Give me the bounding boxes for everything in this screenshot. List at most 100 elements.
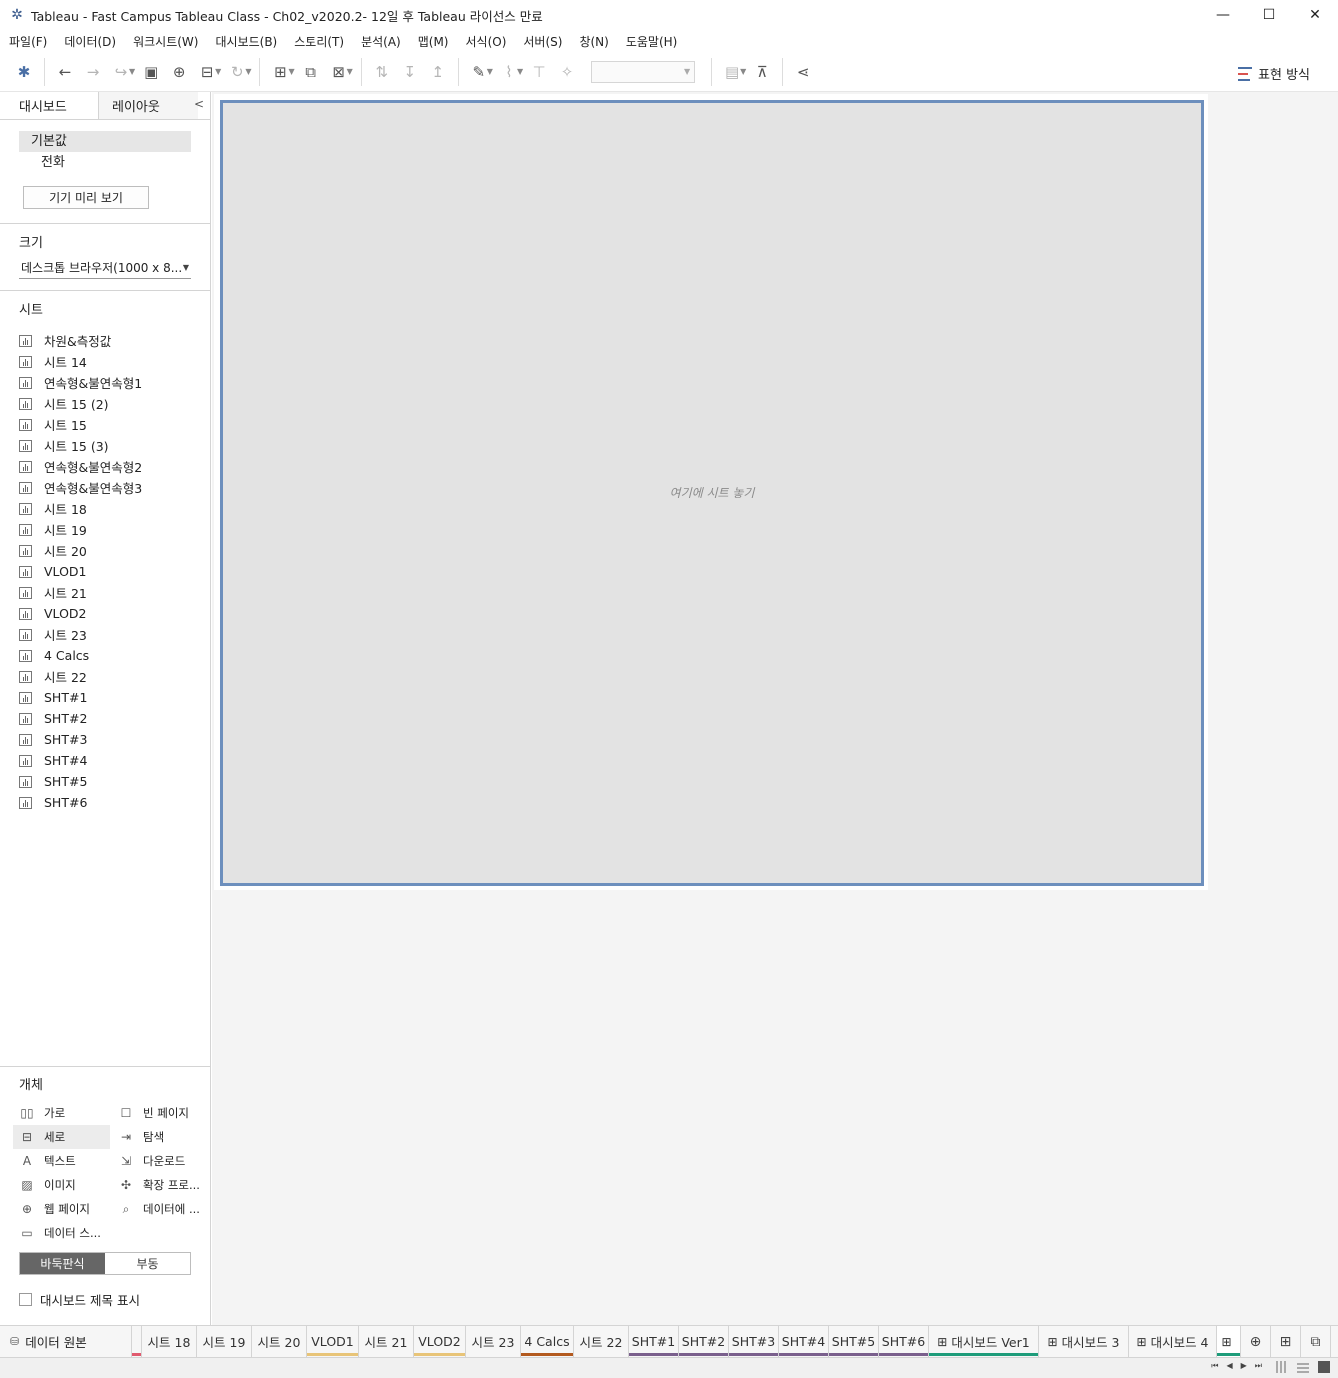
sheet-item[interactable]: SHT#1 <box>19 687 210 708</box>
save-icon[interactable]: ▣ <box>137 58 165 86</box>
minimize-button[interactable]: — <box>1200 0 1246 30</box>
tab-layout[interactable]: 레이아웃 <box>99 92 198 119</box>
device-preview-button[interactable]: 기기 미리 보기 <box>23 186 149 209</box>
dashboard-tab[interactable]: ⊞ 대시보드 4 <box>1129 1326 1217 1357</box>
chevron-down-icon[interactable]: ▼ <box>517 67 523 76</box>
chevron-down-icon[interactable]: ▼ <box>347 67 353 76</box>
sheet-item[interactable]: 시트 19 <box>19 519 210 540</box>
menu-worksheet[interactable]: 워크시트(W) <box>133 33 198 50</box>
sheet-tab[interactable]: SHT#5 <box>829 1326 879 1357</box>
menu-dashboard[interactable]: 대시보드(B) <box>215 33 277 50</box>
menu-server[interactable]: 서버(S) <box>523 33 562 50</box>
presentation-mode-icon[interactable]: ⊼ <box>748 58 776 86</box>
tiled-button[interactable]: 바둑판식 <box>20 1253 105 1274</box>
fit-dropdown[interactable]: ▼ <box>591 60 696 83</box>
device-phone[interactable]: 전화 <box>19 152 191 173</box>
sheet-item[interactable]: 시트 18 <box>19 498 210 519</box>
new-story-icon[interactable]: ⧉ <box>1301 1326 1331 1357</box>
object-ask-data[interactable]: ⌕ 데이터에 ... <box>112 1197 209 1221</box>
sheet-tab[interactable]: SHT#2 <box>679 1326 729 1357</box>
sheet-item[interactable]: 시트 21 <box>19 582 210 603</box>
redo-icon[interactable]: → <box>79 58 107 86</box>
new-dashboard-icon[interactable]: ⊞ <box>1271 1326 1301 1357</box>
new-worksheet-icon[interactable]: ⊕ <box>1241 1326 1271 1357</box>
sheet-item[interactable]: 연속형&불연속형3 <box>19 477 210 498</box>
active-dashboard-tab[interactable]: ⊞ <box>1217 1326 1241 1357</box>
sheet-item[interactable]: 4 Calcs <box>19 645 210 666</box>
sheet-item[interactable]: 시트 15 <box>19 414 210 435</box>
duplicate-icon[interactable]: ⧉ <box>297 58 325 86</box>
sheet-item[interactable]: VLOD2 <box>19 603 210 624</box>
sheet-tab-partial[interactable] <box>132 1326 142 1357</box>
menu-format[interactable]: 서식(O) <box>466 33 507 50</box>
data-source-tab[interactable]: ⛁ 데이터 원본 <box>0 1326 132 1357</box>
size-dropdown[interactable]: 데스크톱 브라우저(1000 x 8... ▼ <box>19 257 191 279</box>
chevron-down-icon[interactable]: ▼ <box>129 67 135 76</box>
sheet-item[interactable]: 연속형&불연속형2 <box>19 456 210 477</box>
sheet-tab[interactable]: VLOD1 <box>307 1326 359 1357</box>
sheet-tab[interactable]: SHT#1 <box>629 1326 679 1357</box>
menu-help[interactable]: 도움말(H) <box>626 33 678 50</box>
object-extension[interactable]: ✣ 확장 프로... <box>112 1173 209 1197</box>
tabs-view-icon[interactable] <box>1318 1361 1330 1373</box>
swap-icon[interactable]: ⇅ <box>368 58 396 86</box>
first-tab-icon[interactable]: ⏮ <box>1211 1361 1218 1371</box>
sheet-tab[interactable]: 시트 22 <box>574 1326 629 1357</box>
fix-axes-icon[interactable]: ✧ <box>553 58 581 86</box>
chevron-down-icon[interactable]: ▼ <box>215 67 221 76</box>
sheet-item[interactable]: 시트 14 <box>19 351 210 372</box>
drop-zone[interactable]: 여기에 시트 놓기 <box>220 100 1204 886</box>
sheet-tab[interactable]: VLOD2 <box>414 1326 466 1357</box>
last-tab-icon[interactable]: ⏭ <box>1255 1361 1262 1371</box>
sheet-item[interactable]: VLOD1 <box>19 561 210 582</box>
sheet-tab[interactable]: 시트 18 <box>142 1326 197 1357</box>
sort-descending-icon[interactable]: ↥ <box>424 58 452 86</box>
menu-window[interactable]: 창(N) <box>579 33 608 50</box>
new-data-source-icon[interactable]: ⊕ <box>165 58 193 86</box>
menu-file[interactable]: 파일(F) <box>9 33 47 50</box>
sheet-item[interactable]: 연속형&불연속형1 <box>19 372 210 393</box>
collapse-pane-icon[interactable]: < <box>194 97 204 111</box>
sheet-item[interactable]: 시트 15 (2) <box>19 393 210 414</box>
menu-data[interactable]: 데이터(D) <box>64 33 116 50</box>
sheet-tab[interactable]: SHT#6 <box>879 1326 929 1357</box>
object-data-story[interactable]: ▭ 데이터 스... <box>13 1221 110 1245</box>
menu-story[interactable]: 스토리(T) <box>294 33 344 50</box>
dashboard-tab[interactable]: ⊞ 대시보드 3 <box>1039 1326 1129 1357</box>
tab-dashboard[interactable]: 대시보드 <box>0 92 99 119</box>
object-navigation[interactable]: ⇥ 탐색 <box>112 1125 209 1149</box>
sheet-tab[interactable]: 시트 19 <box>197 1326 252 1357</box>
sheet-sorter-icon[interactable] <box>1276 1361 1288 1373</box>
share-icon[interactable]: ⋖ <box>789 58 817 86</box>
chevron-down-icon[interactable]: ▼ <box>245 67 251 76</box>
object-web-page[interactable]: ⊕ 웹 페이지 <box>13 1197 110 1221</box>
labels-icon[interactable]: ⊤ <box>525 58 553 86</box>
filmstrip-icon[interactable] <box>1297 1361 1309 1373</box>
prev-tab-icon[interactable]: ◀ <box>1226 1361 1232 1371</box>
sheet-tab[interactable]: SHT#4 <box>779 1326 829 1357</box>
maximize-button[interactable]: ☐ <box>1246 0 1292 30</box>
chevron-down-icon[interactable]: ▼ <box>288 67 294 76</box>
sheet-item[interactable]: SHT#3 <box>19 729 210 750</box>
next-tab-icon[interactable]: ▶ <box>1241 1361 1247 1371</box>
object-text[interactable]: A 텍스트 <box>13 1149 110 1173</box>
floating-button[interactable]: 부동 <box>105 1253 190 1274</box>
show-title-checkbox[interactable]: 대시보드 제목 표시 <box>19 1290 140 1309</box>
sheet-item[interactable]: SHT#2 <box>19 708 210 729</box>
menu-map[interactable]: 맵(M) <box>418 33 449 50</box>
show-me-button[interactable]: 표현 방식 <box>1238 64 1310 83</box>
sheet-item[interactable]: 차원&측정값 <box>19 330 210 351</box>
undo-icon[interactable]: ← <box>51 58 79 86</box>
object-blank[interactable]: ☐ 빈 페이지 <box>112 1101 209 1125</box>
sheet-item[interactable]: 시트 20 <box>19 540 210 561</box>
dashboard-tab[interactable]: ⊞ 대시보드 Ver1 <box>929 1326 1039 1357</box>
object-horizontal[interactable]: ▯▯ 가로 <box>13 1101 110 1125</box>
close-button[interactable]: ✕ <box>1292 0 1338 30</box>
sheet-item[interactable]: SHT#6 <box>19 792 210 813</box>
sheet-tab[interactable]: SHT#3 <box>729 1326 779 1357</box>
object-download[interactable]: ⇲ 다운로드 <box>112 1149 209 1173</box>
sheet-tab[interactable]: 시트 20 <box>252 1326 307 1357</box>
tableau-home-icon[interactable]: ✱ <box>10 58 38 86</box>
sheet-tab[interactable]: 시트 21 <box>359 1326 414 1357</box>
chevron-down-icon[interactable]: ▼ <box>487 67 493 76</box>
